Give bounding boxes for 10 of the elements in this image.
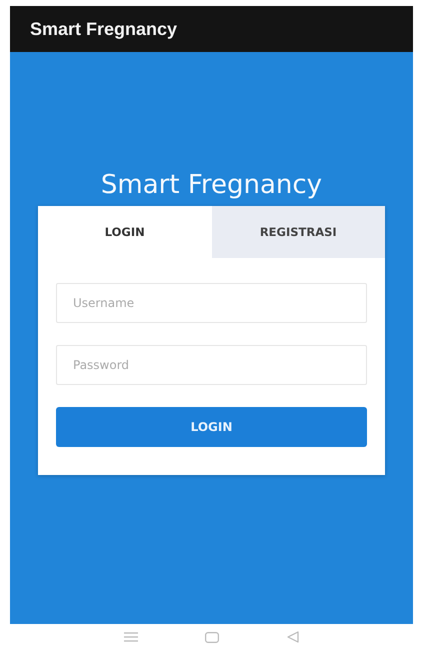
menu-icon[interactable] [124,632,138,642]
app-heading: Smart Fregnancy [100,169,322,202]
app-title: Smart Fregnancy [30,18,178,40]
input-field[interactable]: Password [56,345,367,385]
tab[interactable]: LOGIN [38,206,212,258]
back-icon[interactable] [287,631,300,643]
home-icon[interactable] [205,632,220,642]
input-field[interactable]: Username [56,283,367,323]
login-button[interactable]: LOGIN [56,407,367,447]
tab[interactable]: REGISTRASI [212,206,385,258]
